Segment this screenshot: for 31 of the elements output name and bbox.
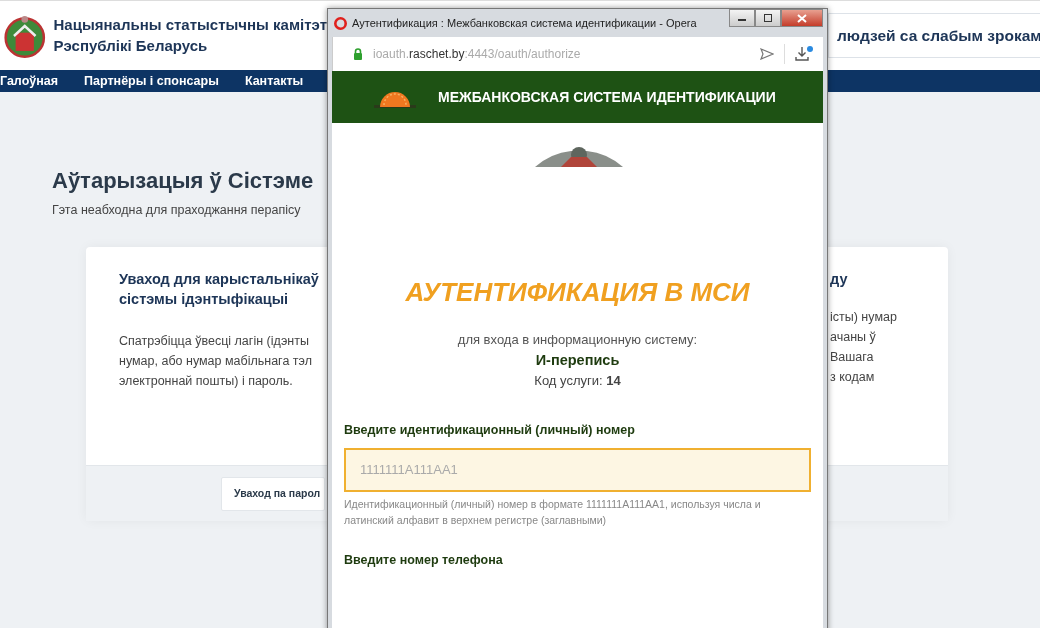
field-label: Введите идентификационный (личный) номер [344,421,636,439]
nav-link[interactable]: Партнёры і спонсары [84,71,219,91]
card-description: Спатрэбіцца ўвесці лагін (ідэнты нумар, або нумар мабільнага тэл электроннай пошты) і пароль. [119,333,313,391]
intro-text: для входа в информационную систему: [456,331,699,349]
field-hint: Идентификационный (личный) номер в формате 1111111A111AA1, используя числа и латинский алфавит в верхнем регистре (заглавными) [344,496,762,529]
browser-logo-icon [334,16,347,30]
nav-link[interactable]: Галоўная [0,71,59,91]
banner-title: МЕЖБАНКОВСКАЯ СИСТЕМА ИДЕНТИФИКАЦИИ [438,87,776,107]
service-code: Код услуги: 14 [533,372,622,391]
card-title: Уваход для карыстальнікаў сістэмы ідэнтыфікацыі [119,269,320,310]
accessibility-button[interactable]: людзей са слабым зрокам [828,12,1040,59]
close-icon [797,13,807,23]
auth-heading: АУТЕНТИФИКАЦИЯ В МСИ [404,276,751,309]
system-name: И-перепись [534,350,621,370]
page-subtitle: Гэта неабходна для праходжання перапісу [52,202,302,219]
maximize-icon [763,14,773,22]
close-button[interactable] [781,9,823,27]
page-heading: Аўтарызацыя ў Сістэме [52,167,315,195]
window-title: Аутентификация : Межбанковская система идентификации - Opera [352,15,697,31]
card-title: ду [830,269,849,289]
minimize-button[interactable] [729,9,755,27]
download-icon[interactable] [795,46,813,62]
field-label: Введите номер телефона [344,552,504,570]
send-icon[interactable] [760,48,774,60]
id-number-field[interactable]: 1111111A111AA1 [344,447,811,492]
lock-icon [353,48,363,60]
maximize-button[interactable] [755,9,781,27]
nav-link[interactable]: Кантакты [244,71,304,91]
password-login-button[interactable]: Уваход па парол [221,476,325,511]
site-title: Нацыянальны статыстычны камітэт Рэспублікі Беларусь [53,15,327,56]
card-description: істы) нумар ачаны ў Вашага з кодам [830,309,898,387]
